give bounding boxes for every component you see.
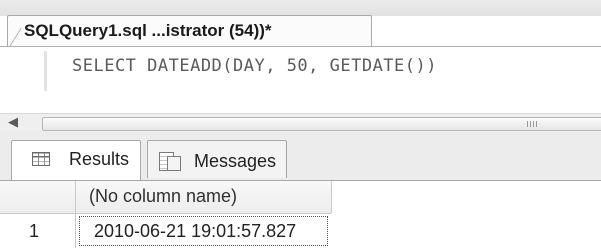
document-tab[interactable]: SQLQuery1.sql ...istrator (54))* — [7, 15, 372, 50]
document-tab-strip — [0, 0, 601, 16]
table-cell-value: 2010-06-21 19:01:57.827 — [94, 221, 297, 241]
column-header[interactable]: (No column name) — [89, 186, 237, 207]
table-cell[interactable]: 2010-06-21 19:01:57.827 — [79, 216, 328, 246]
tab-messages[interactable]: Messages — [147, 140, 287, 178]
tab-results-label: Results — [69, 149, 130, 169]
row-number[interactable]: 1 — [29, 221, 39, 242]
scroll-left-arrow-icon[interactable]: ◀ — [6, 116, 20, 130]
results-grid-icon — [32, 152, 50, 166]
messages-icon — [159, 150, 181, 171]
document-tab-title: SQLQuery1.sql ...istrator (54))* — [24, 21, 272, 40]
editor-horizontal-scrollbar[interactable]: ◀ — [0, 113, 601, 133]
row-header-separator — [75, 181, 76, 248]
thumb-grip-icon — [527, 121, 539, 127]
scrollbar-thumb[interactable] — [42, 117, 601, 131]
tab-results[interactable]: Results — [11, 140, 141, 181]
messages-icon-page-front — [167, 156, 181, 171]
column-header-divider — [331, 181, 332, 213]
tab-messages-label: Messages — [194, 151, 277, 171]
query-text[interactable]: SELECT DATEADD(DAY, 50, GETDATE()) — [72, 56, 437, 76]
query-editor[interactable]: SELECT DATEADD(DAY, 50, GETDATE()) — [0, 47, 601, 113]
editor-gutter-marker — [44, 51, 47, 91]
